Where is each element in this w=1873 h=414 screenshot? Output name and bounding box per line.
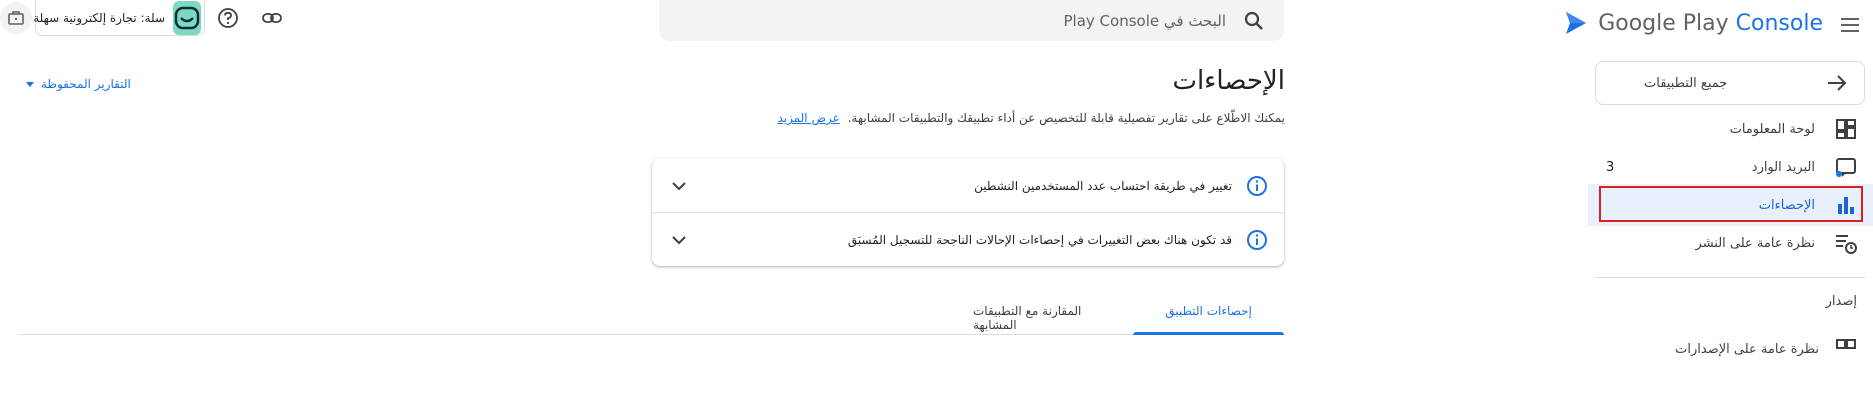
sidebar-item-dashboard[interactable]: لوحة المعلومات: [1588, 108, 1873, 150]
help-button[interactable]: [212, 2, 244, 34]
sidebar-item-label: البريد الوارد: [1751, 159, 1815, 175]
sidebar-divider: [1595, 277, 1865, 278]
tab-app-statistics[interactable]: إحصاءات التطبيق: [1133, 304, 1284, 335]
salla-logo-icon: [174, 6, 200, 29]
sidebar-item-label: الإحصاءات: [1758, 197, 1815, 213]
publishing-overview-icon: [1836, 235, 1857, 254]
caret-down-icon: [26, 82, 34, 87]
learn-more-link[interactable]: عرض المزيد: [777, 111, 839, 125]
saved-reports-dropdown[interactable]: التقارير المحفوظة: [25, 77, 131, 91]
search-placeholder: البحث في Play Console: [1063, 11, 1227, 30]
all-apps-button[interactable]: جميع التطبيقات: [1595, 61, 1865, 105]
page-description: يمكنك الاطّلاع على تقارير تفصيلية قابلة …: [777, 111, 1285, 125]
description-text: يمكنك الاطّلاع على تقارير تفصيلية قابلة …: [847, 111, 1285, 125]
all-apps-label: جميع التطبيقات: [1644, 75, 1728, 91]
dashboard-icon: [1836, 119, 1856, 139]
chevron-down-icon[interactable]: [668, 175, 690, 197]
notice-active-users[interactable]: تغيير في طريقة احتساب عدد المستخدمين الن…: [652, 159, 1284, 212]
app-selector[interactable]: سلة: تجارة إلكترونية سهلة: [33, 0, 205, 36]
sidebar-item-publishing-overview[interactable]: نظرة عامة على النشر: [1588, 222, 1873, 264]
briefcase-icon: [8, 11, 24, 25]
inbox-icon: [1836, 158, 1856, 177]
sidebar-item-release-overview[interactable]: نظرة عامة على الإصدارات: [1675, 336, 1859, 362]
release-overview-icon: [1836, 339, 1856, 349]
notices-card: تغيير في طريقة احتساب عدد المستخدمين الن…: [652, 159, 1284, 266]
search-bar[interactable]: البحث في Play Console: [659, 0, 1284, 41]
sidebar-item-label: لوحة المعلومات: [1729, 121, 1815, 137]
info-icon: [1247, 175, 1267, 196]
sidebar-item-label: نظرة عامة على النشر: [1695, 235, 1815, 251]
bar-chart-icon: [1838, 197, 1854, 214]
main-menu-button[interactable]: [1833, 8, 1867, 42]
notice-text: قد تكون هناك بعض التغييرات في إحصاءات ال…: [847, 232, 1232, 247]
section-label-release: إصدار: [1825, 294, 1857, 309]
sidebar-item-label: نظرة عامة على الإصدارات: [1675, 341, 1819, 357]
app-logo-icon: [173, 0, 201, 35]
link-icon: [262, 13, 282, 23]
developer-account-button[interactable]: [0, 2, 32, 34]
navigation-sidebar: Google Play Console جميع التطبيقات لوحة …: [1566, 0, 1873, 414]
sidebar-item-statistics[interactable]: الإحصاءات: [1588, 184, 1873, 226]
sidebar-item-inbox[interactable]: البريد الوارد 3: [1588, 146, 1873, 188]
tab-label: إحصاءات التطبيق: [1165, 304, 1252, 318]
app-name: سلة: تجارة إلكترونية سهلة: [33, 10, 165, 25]
page-title: الإحصاءات: [1172, 66, 1285, 96]
google-play-console-logo[interactable]: Google Play Console: [1564, 6, 1823, 40]
search-icon: [1244, 11, 1263, 30]
copy-link-button[interactable]: [256, 2, 288, 34]
help-circle-icon: [218, 8, 238, 28]
inbox-count-badge: 3: [1606, 159, 1615, 175]
tab-peer-comparison[interactable]: المقارنة مع التطبيقات المشابهة: [973, 304, 1123, 335]
notice-text: تغيير في طريقة احتساب عدد المستخدمين الن…: [974, 178, 1232, 193]
play-console-icon: [1566, 12, 1587, 34]
saved-reports-label: التقارير المحفوظة: [41, 77, 131, 91]
chevron-down-icon[interactable]: [668, 229, 690, 251]
statistics-tabs: إحصاءات التطبيق المقارنة مع التطبيقات ال…: [18, 300, 1284, 335]
hamburger-menu-icon: [1841, 18, 1859, 32]
tab-label: المقارنة مع التطبيقات المشابهة: [973, 304, 1082, 332]
arrow-right-icon: [1828, 75, 1847, 91]
info-icon: [1247, 229, 1267, 250]
notice-pre-registration[interactable]: قد تكون هناك بعض التغييرات في إحصاءات ال…: [652, 213, 1284, 266]
brand-name: Google Play Console: [1598, 10, 1823, 36]
